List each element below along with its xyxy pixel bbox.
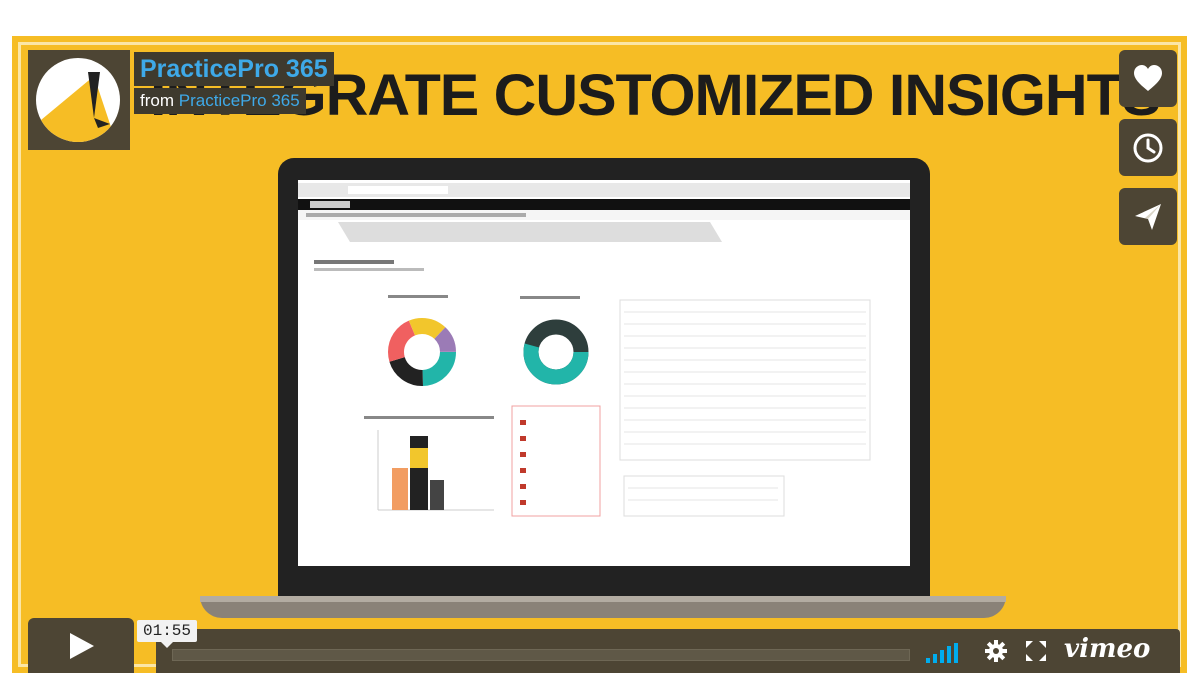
heart-icon: [1134, 64, 1162, 91]
gear-icon[interactable]: [984, 639, 1008, 663]
from-label: from: [140, 91, 174, 110]
dashboard-screenshot: [298, 180, 910, 566]
laptop-base: [200, 596, 1006, 618]
play-button[interactable]: [28, 618, 134, 673]
send-icon: [1135, 203, 1161, 230]
player-controls: vimeo: [28, 618, 1180, 673]
fullscreen-icon[interactable]: [1026, 641, 1046, 661]
video-title-link[interactable]: PracticePro 365: [134, 52, 334, 86]
byline-from: from PracticePro 365: [134, 88, 306, 114]
time-tooltip: 01:55: [137, 620, 198, 648]
vimeo-logo[interactable]: vimeo: [1064, 634, 1150, 664]
laptop-mockup: [278, 158, 930, 602]
video-byline: PracticePro 365 from PracticePro 365: [134, 52, 334, 114]
watch-later-button[interactable]: [1119, 119, 1177, 176]
volume-bars-icon[interactable]: [926, 643, 964, 663]
dashboard-illustration: [298, 180, 910, 566]
like-button[interactable]: [1119, 50, 1177, 107]
share-button[interactable]: [1119, 188, 1177, 245]
practicepro-logo: [36, 58, 120, 142]
play-icon: [70, 632, 94, 659]
author-avatar[interactable]: [28, 50, 130, 150]
author-link[interactable]: PracticePro 365: [179, 91, 300, 110]
control-bar: vimeo: [156, 629, 1180, 673]
clock-icon: [1133, 133, 1163, 162]
progress-bar[interactable]: [172, 649, 910, 661]
